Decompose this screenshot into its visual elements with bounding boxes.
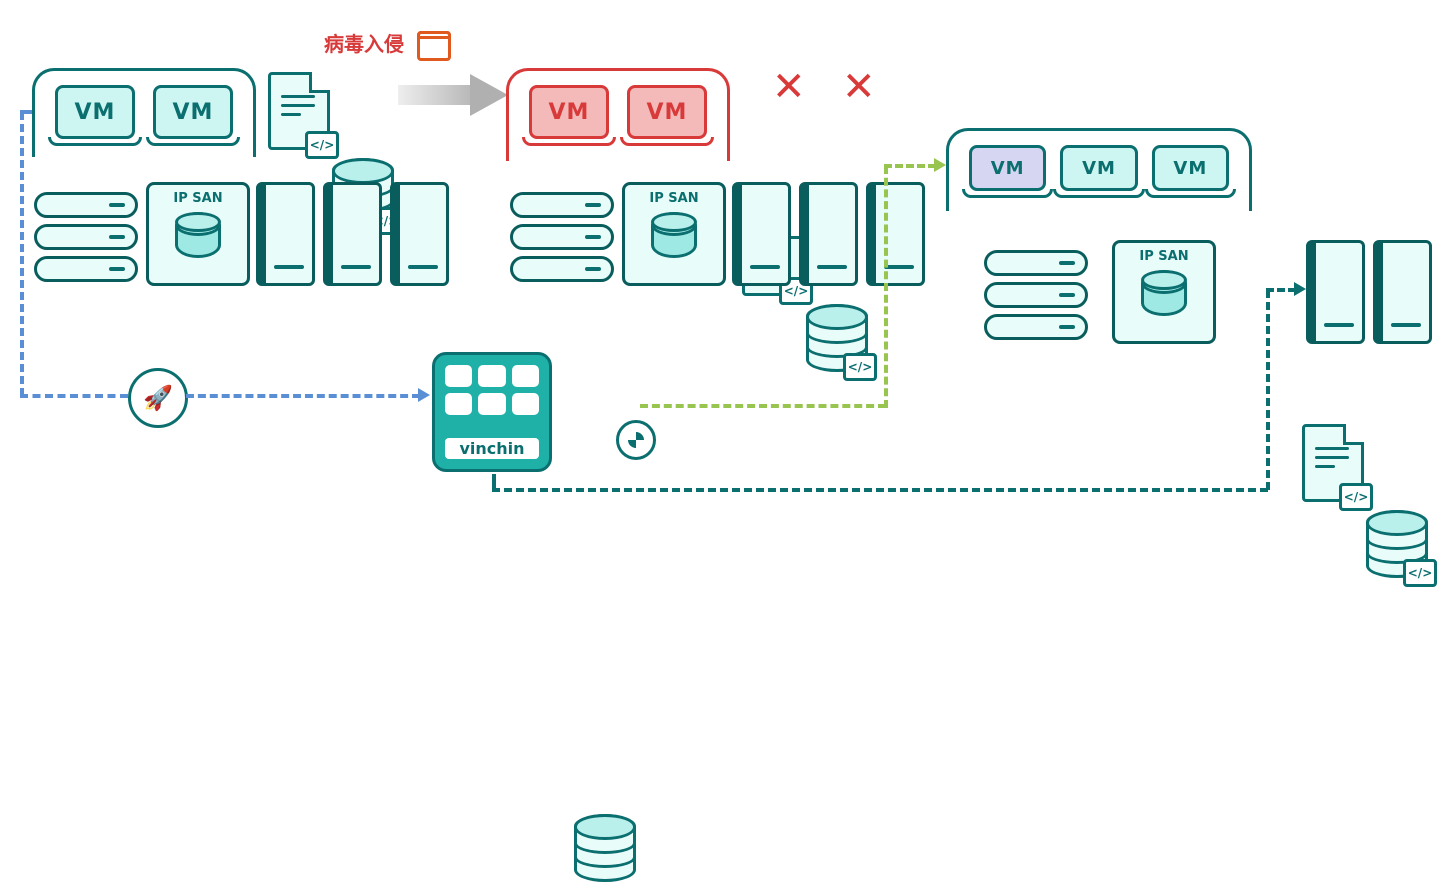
server-rack: [510, 192, 614, 282]
vm-box-infected: VM: [529, 85, 609, 139]
vm-box: VM: [55, 85, 135, 139]
vm-box-infected: VM: [627, 85, 707, 139]
file-icon: </>: [1302, 424, 1364, 502]
rack-unit: [34, 224, 138, 250]
env-restore: VM VM VM: [946, 128, 1252, 211]
volume-icon: [1306, 240, 1365, 344]
vm-box: VM: [969, 145, 1046, 191]
conn-lime: [640, 404, 886, 408]
server-rack: [34, 192, 138, 282]
vm-box: VM: [1060, 145, 1137, 191]
volume-group: [1306, 240, 1432, 344]
code-badge-icon: </>: [305, 131, 339, 159]
vm-label: VM: [991, 158, 1025, 179]
rack-unit: [34, 256, 138, 282]
rack-unit: [510, 192, 614, 218]
database-icon: </>: [806, 304, 868, 372]
backup-repo-icon: [574, 814, 636, 882]
rack-unit: [34, 192, 138, 218]
vm-label: VM: [1082, 158, 1116, 179]
vm-label: VM: [75, 100, 116, 125]
rack-unit: [984, 282, 1088, 308]
env-infected: VM VM: [506, 68, 730, 161]
volume-icon: [799, 182, 858, 286]
code-badge-icon: </>: [843, 353, 877, 381]
conn-blue: [186, 394, 420, 398]
diagram-stage: VM VM IP SAN </> </> 病毒入侵 VM VM: [0, 0, 1447, 500]
volume-icon: [390, 182, 449, 286]
vm-box: VM: [153, 85, 233, 139]
arrow-tip-icon: [1294, 282, 1306, 296]
fail-cross-icon: ✕: [772, 72, 808, 108]
brand-tag: vinchin: [445, 438, 539, 459]
file-icon: </>: [268, 72, 330, 150]
rack-unit: [984, 250, 1088, 276]
volume-icon: [732, 182, 791, 286]
virus-icon: [417, 31, 451, 61]
vm-label: VM: [1173, 158, 1207, 179]
conn-lime: [884, 166, 888, 408]
vm-label: VM: [549, 100, 590, 125]
san-label: IP SAN: [173, 191, 222, 206]
san-label: IP SAN: [649, 191, 698, 206]
arrow-tip-icon: [934, 158, 946, 172]
volume-icon: [1373, 240, 1432, 344]
database-icon: </>: [1366, 510, 1428, 578]
shield-icon: [616, 420, 656, 460]
warning-text: 病毒入侵: [324, 32, 404, 56]
vinchin-grid-icon: [445, 365, 539, 415]
volume-icon: [256, 182, 315, 286]
volume-group: [732, 182, 925, 286]
ip-san: IP SAN: [622, 182, 726, 286]
rack-unit: [510, 256, 614, 282]
transition-arrow: [398, 74, 508, 116]
conn-teal: [1266, 290, 1270, 490]
conn-blue: [20, 394, 128, 398]
arrow-tip-icon: [418, 388, 430, 402]
san-label: IP SAN: [1139, 249, 1188, 264]
conn-blue: [20, 112, 24, 396]
ip-san: IP SAN: [146, 182, 250, 286]
conn-teal: [1266, 288, 1296, 292]
volume-icon: [866, 182, 925, 286]
virus-intrusion-label: 病毒入侵: [324, 28, 451, 61]
conn-teal: [492, 488, 1268, 492]
code-badge-icon: </>: [1339, 483, 1373, 511]
code-badge-icon: </>: [1403, 559, 1437, 587]
rocket-icon: 🚀: [128, 368, 188, 428]
vm-label: VM: [173, 100, 214, 125]
volume-icon: [323, 182, 382, 286]
vinchin-server: vinchin: [432, 352, 552, 472]
cylinder-icon: [175, 212, 221, 258]
vm-box: VM: [1152, 145, 1229, 191]
cylinder-icon: [651, 212, 697, 258]
env-source: VM VM: [32, 68, 256, 157]
rack-unit: [510, 224, 614, 250]
cylinder-icon: [1141, 270, 1187, 316]
vm-label: VM: [647, 100, 688, 125]
rack-unit: [984, 314, 1088, 340]
server-rack: [984, 250, 1088, 340]
volume-group: [256, 182, 449, 286]
conn-lime: [884, 164, 936, 168]
ip-san: IP SAN: [1112, 240, 1216, 344]
fail-cross-icon: ✕: [842, 72, 878, 108]
conn-blue: [20, 110, 32, 114]
